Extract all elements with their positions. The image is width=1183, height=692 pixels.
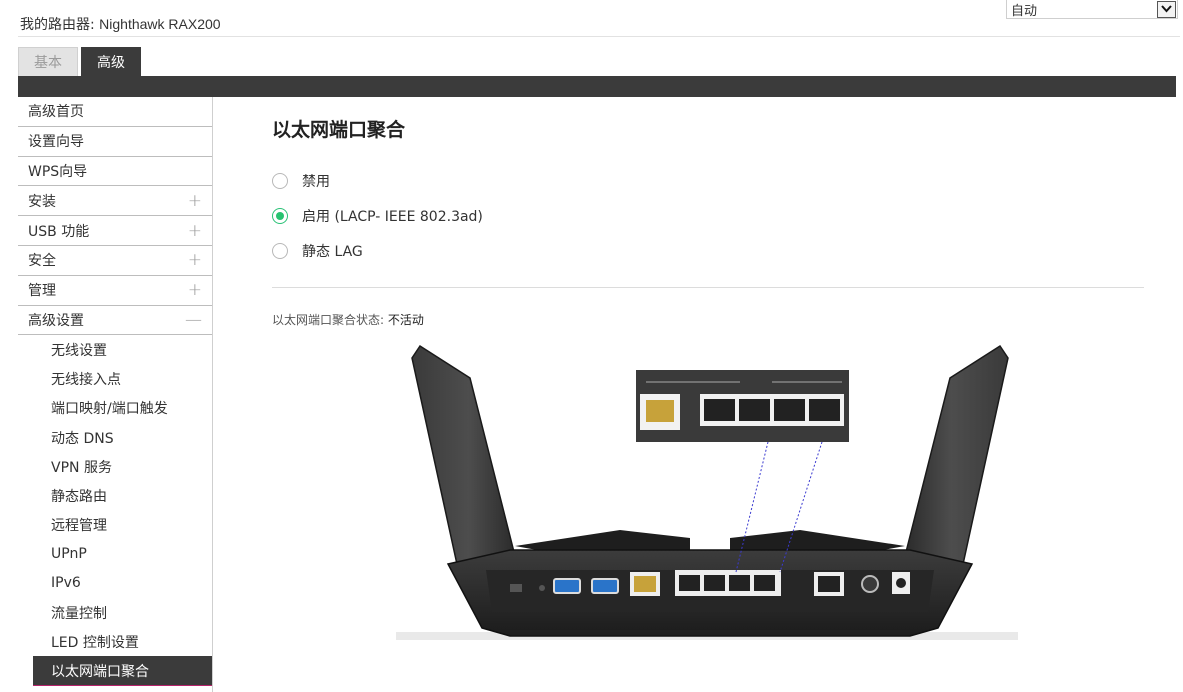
router-illustration — [396, 344, 1018, 640]
option-label: 禁用 — [302, 174, 330, 190]
radio-static-lag[interactable] — [272, 243, 288, 259]
sidebar-subitem-port-aggregation[interactable]: 以太网端口聚合 — [33, 656, 212, 686]
tab-basic[interactable]: 基本 — [18, 47, 78, 76]
sidebar-item-setup-wizard[interactable]: 设置向导 — [18, 127, 212, 157]
sidebar-item-label: 高级首页 — [28, 104, 84, 121]
sidebar-item-label: USB 功能 — [28, 223, 90, 240]
status-label: 以太网端口聚合状态: — [272, 313, 385, 327]
sidebar-item-label: 安全 — [28, 253, 56, 270]
page-title: 以太网端口聚合 — [272, 119, 406, 141]
chevron-down-icon[interactable] — [1157, 0, 1176, 18]
option-static-lag[interactable]: 静态 LAG — [272, 241, 363, 261]
sidebar-item-label: 安装 — [28, 193, 56, 210]
sidebar: 高级首页 设置向导 WPS向导 安装 + USB 功能 + 安全 + 管理 + 高级设置… — [18, 97, 213, 692]
expand-plus-icon[interactable]: + — [188, 221, 202, 241]
sidebar-item-wps-wizard[interactable]: WPS向导 — [18, 157, 212, 187]
sidebar-subitem-ipv6[interactable]: IPv6 — [18, 569, 212, 598]
tab-advanced[interactable]: 高级 — [81, 47, 141, 76]
collapse-minus-icon[interactable]: — — [185, 310, 202, 330]
language-value: 自动 — [1011, 3, 1038, 19]
sidebar-item-advanced-home[interactable]: 高级首页 — [18, 97, 212, 127]
sidebar-item-label: 管理 — [28, 283, 56, 300]
sidebar-item-management[interactable]: 管理 + — [18, 276, 212, 306]
sidebar-item-label: 高级设置 — [28, 312, 84, 329]
router-label: 我的路由器: — [20, 17, 95, 33]
sidebar-item-advanced-setup[interactable]: 高级设置 — — [18, 306, 212, 336]
radio-lacp[interactable] — [272, 208, 288, 224]
sidebar-subitem-port-forwarding[interactable]: 端口映射/端口触发 — [18, 394, 212, 423]
sidebar-subitem-access-point[interactable]: 无线接入点 — [18, 365, 212, 394]
expand-plus-icon[interactable]: + — [188, 191, 202, 211]
section-divider — [272, 287, 1144, 288]
sidebar-subitem-upnp[interactable]: UPnP — [18, 540, 212, 569]
aggregation-status: 以太网端口聚合状态: 不活动 — [272, 311, 424, 328]
sidebar-subitem-wireless[interactable]: 无线设置 — [18, 335, 212, 364]
option-label: 静态 LAG — [302, 244, 363, 260]
expand-plus-icon[interactable]: + — [188, 280, 202, 300]
sidebar-item-label: 设置向导 — [28, 134, 84, 151]
sidebar-subitem-dynamic-dns[interactable]: 动态 DNS — [18, 423, 212, 452]
sidebar-subitem-traffic-meter[interactable]: 流量控制 — [18, 598, 212, 627]
router-model: Nighthawk RAX200 — [99, 16, 221, 32]
option-lacp[interactable]: 启用 (LACP- IEEE 802.3ad) — [272, 206, 483, 226]
sidebar-subitem-vpn[interactable]: VPN 服务 — [18, 452, 212, 481]
expand-plus-icon[interactable]: + — [188, 250, 202, 270]
sidebar-subitem-led-control[interactable]: LED 控制设置 — [18, 627, 212, 656]
option-label: 启用 (LACP- IEEE 802.3ad) — [302, 209, 483, 225]
tab-bar — [18, 76, 1176, 97]
sidebar-item-label: WPS向导 — [28, 163, 88, 180]
header-divider — [18, 36, 1180, 37]
radio-disable[interactable] — [272, 173, 288, 189]
router-title: 我的路由器: Nighthawk RAX200 — [20, 14, 221, 34]
option-disable[interactable]: 禁用 — [272, 171, 330, 191]
status-value: 不活动 — [387, 313, 424, 327]
sidebar-item-setup[interactable]: 安装 + — [18, 186, 212, 217]
sidebar-subitem-static-routes[interactable]: 静态路由 — [18, 481, 212, 510]
sidebar-item-security[interactable]: 安全 + — [18, 246, 212, 276]
sidebar-item-usb[interactable]: USB 功能 + — [18, 216, 212, 246]
language-select[interactable]: 自动 — [1006, 0, 1178, 19]
sidebar-subitem-remote-management[interactable]: 远程管理 — [18, 511, 212, 540]
